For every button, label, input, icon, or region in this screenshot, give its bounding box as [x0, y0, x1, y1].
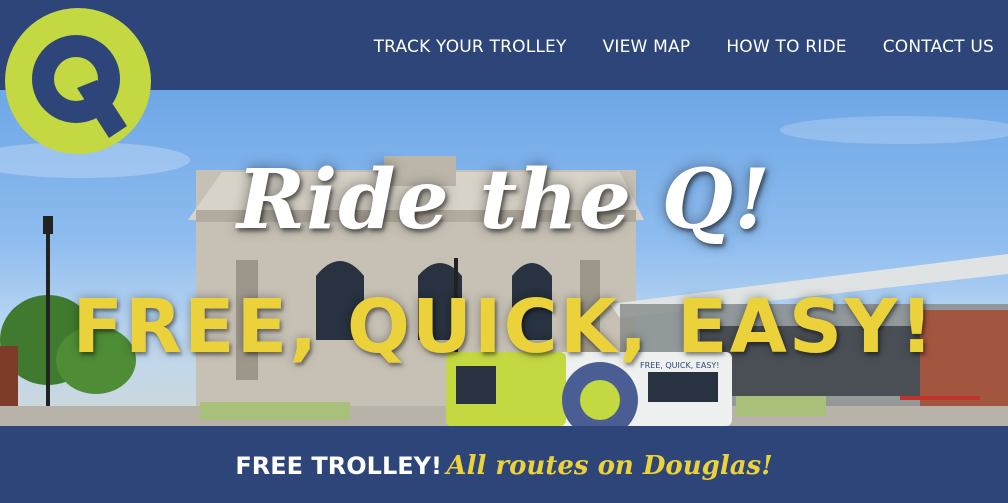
footer-lead: FREE TROLLEY! [235, 452, 442, 480]
footer-tagline: All routes on Douglas! [446, 451, 773, 481]
q-logo-icon[interactable] [5, 8, 151, 154]
header-bar: TRACK YOUR TROLLEY VIEW MAP HOW TO RIDE … [0, 0, 1008, 90]
hero-subtitle: FREE, QUICK, EASY! [72, 284, 936, 370]
nav-how-to-ride[interactable]: HOW TO RIDE [726, 37, 846, 57]
nav-contact-us[interactable]: CONTACT US [883, 37, 994, 57]
hero-title: Ride the Q! [237, 152, 771, 248]
hero-photo: FREE, QUICK, EASY! [0, 116, 1008, 426]
footer-banner: FREE TROLLEY! All routes on Douglas! [0, 426, 1008, 503]
main-nav: TRACK YOUR TROLLEY VIEW MAP HOW TO RIDE … [374, 37, 994, 57]
nav-track-your-trolley[interactable]: TRACK YOUR TROLLEY [374, 37, 567, 57]
hero-banner: FREE, QUICK, EASY! Ride the Q! FREE, QUI… [0, 90, 1008, 426]
nav-view-map[interactable]: VIEW MAP [603, 37, 691, 57]
